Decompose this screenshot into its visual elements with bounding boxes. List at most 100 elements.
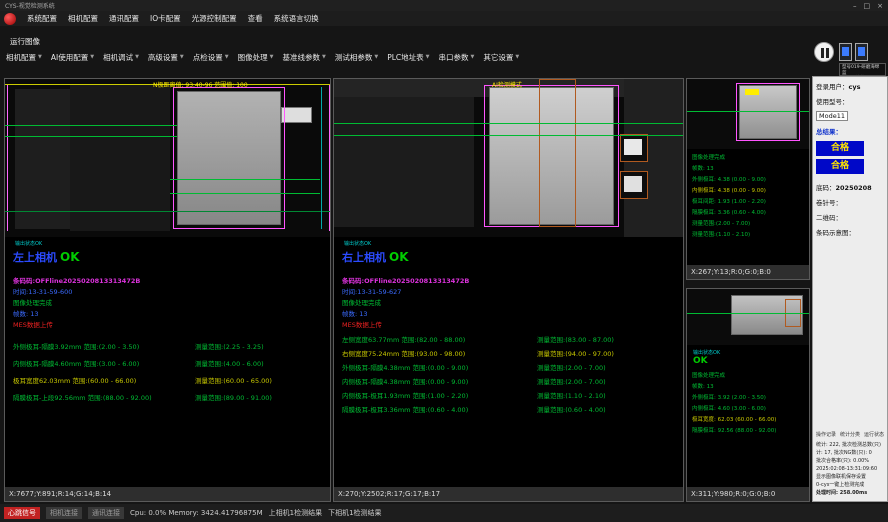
small-views-column: 图像处理完成 帧数: 13 外侧极耳: 4.38 (0.00 - 9.00) 内…: [686, 78, 810, 502]
tool-ai-usage-config[interactable]: AI使用配置▼: [51, 52, 94, 63]
small-view-line: 隔膜极耳: 3.36 (0.60 - 4.00): [692, 208, 807, 219]
menu-item-comm-config[interactable]: 通讯配置: [109, 13, 139, 24]
statusbar: 心跳信号 相机连接 通讯连接 Cpu: 0.0% Memory: 3424.41…: [0, 504, 888, 522]
tool-other-settings[interactable]: 其它设置▼: [483, 52, 519, 63]
total-result-label: 总结果：: [816, 126, 884, 136]
process-done-text: 图像处理完成: [13, 297, 52, 307]
window-controls: – □ ×: [853, 2, 883, 10]
overlay-green-line: [170, 179, 320, 180]
overlay-cyan-line: [321, 87, 322, 229]
comm-connection-indicator: 通讯连接: [88, 507, 124, 519]
chevron-down-icon: ▼: [180, 54, 184, 60]
chevron-down-icon: ▼: [322, 54, 326, 60]
top-right-controls: 型号019-研磨海绵蓝 收缩海绵蓝: [812, 40, 888, 76]
camera-status: OK: [60, 250, 80, 264]
window-title: CYS-视觉检测系统: [5, 1, 55, 10]
measurement-range: 测量范围:(83.00 - 87.00): [537, 334, 614, 344]
machine-structure: [334, 97, 474, 227]
overlay-edge-line: [7, 85, 8, 231]
menu-item-io-card-config[interactable]: IO卡配置: [150, 13, 181, 24]
overlay-green-line: [5, 125, 177, 126]
camera-connection-indicator: 相机连接: [46, 507, 82, 519]
menu-item-light-control-config[interactable]: 光源控制配置: [192, 13, 237, 24]
tool-serial-params[interactable]: 串口参数▼: [439, 52, 475, 63]
batch-code-label: 底码：: [816, 184, 836, 192]
small-view-line: 图像处理完成: [692, 371, 807, 382]
camera-settings-button[interactable]: [839, 43, 852, 61]
stats-block: 操作记录 统计分类 运行状态 统计: 222, 批次检测总数(只) 计: 17,…: [816, 431, 884, 497]
small-view-line: 图像处理完成: [692, 153, 807, 164]
tool-image-processing[interactable]: 图像处理▼: [238, 52, 274, 63]
stats-tab-status[interactable]: 运行状态: [864, 431, 884, 439]
light-control-button[interactable]: [855, 43, 868, 61]
login-user-label: 登录用户：: [816, 83, 849, 91]
menu-item-language-switch[interactable]: 系统语言切换: [274, 13, 319, 24]
measurement-range: 测量范围:(4.00 - 6.00): [195, 358, 264, 368]
lower-camera-result-link[interactable]: 下相机1检测结果: [328, 508, 381, 518]
small-camera-image[interactable]: [687, 289, 809, 345]
small-camera-image[interactable]: [687, 79, 809, 149]
menu-item-view[interactable]: 查看: [248, 13, 263, 24]
time-text: 时间:13-31-59-627: [342, 286, 401, 296]
menu-item-camera-config[interactable]: 相机配置: [68, 13, 98, 24]
overlay-green-line: [170, 193, 320, 194]
tool-camera-config[interactable]: 相机配置▼: [6, 52, 42, 63]
menu-item-system-config[interactable]: 系统配置: [27, 13, 57, 24]
measurement-value: 右侧宽度75.24mm 范围:(93.00 - 98.00): [342, 350, 465, 358]
recipe-info-box: 型号019-研磨海绵蓝 收缩海绵蓝: [839, 63, 886, 76]
tool-camera-debug[interactable]: 相机调试▼: [103, 52, 139, 63]
tool-label: 基准线参数: [283, 52, 321, 63]
needle-number-label: 卷针号：: [816, 199, 842, 207]
output-status-text: 输出状态OK: [344, 240, 371, 247]
small-view-text: 图像处理完成 帧数: 13 外侧极耳: 3.92 (2.00 - 3.50) 内…: [692, 371, 807, 437]
pause-icon: [821, 48, 824, 58]
tool-label: 串口参数: [439, 52, 469, 63]
small-view-text: 图像处理完成 帧数: 13 外侧极耳: 4.38 (0.00 - 9.00) 内…: [692, 153, 807, 241]
measurement-value: 内侧极耳-隔膜4.60mm 范围:(3.00 - 6.00): [13, 360, 139, 368]
left-camera-image[interactable]: N极距离值: 93.40-96 范围值: 100: [5, 79, 330, 237]
measurement-row: 外侧极耳-隔膜3.92mm 范围:(2.00 - 3.50)测量范围:(2.25…: [13, 341, 328, 351]
tool-baseline-params[interactable]: 基准线参数▼: [283, 52, 326, 63]
pixel-coordinates-bar: X:267;Y:13;R:0;G:0;B:0: [687, 265, 809, 279]
tool-label: AI使用配置: [51, 52, 88, 63]
overlay-label: AI检测模式: [492, 80, 522, 89]
upper-camera-result-link[interactable]: 上相机1检测结果: [269, 508, 322, 518]
tool-test-params[interactable]: 测试相参数▼: [335, 52, 378, 63]
stats-tab-classification[interactable]: 统计分类: [840, 431, 860, 439]
pause-button[interactable]: [814, 42, 834, 62]
pixel-coordinates-bar: X:7677;Y:891;R:14;G:14;B:14: [5, 487, 330, 501]
tool-advanced-settings[interactable]: 高级设置▼: [148, 52, 184, 63]
tool-label: 高级设置: [148, 52, 178, 63]
small-view-line: 测量范围:(2.00 - 7.00): [692, 219, 807, 230]
camera-icon: [842, 47, 849, 56]
chevron-down-icon: ▼: [471, 54, 475, 60]
frame-count-text: 帧数: 13: [13, 308, 39, 318]
measurement-value: 隔膜极耳-上段92.56mm 范围:(88.00 - 92.00): [13, 394, 152, 402]
alert-text: MES数据上传: [13, 319, 53, 329]
tool-label: 点检设置: [193, 52, 223, 63]
light-icon: [858, 47, 865, 56]
right-info-panel: 登录用户：cys 使用型号： Mode11 总结果： 合格 合格 底码：2025…: [812, 76, 888, 502]
close-button[interactable]: ×: [877, 2, 883, 10]
model-value-field[interactable]: Mode11: [816, 111, 848, 121]
tool-plc-address-table[interactable]: PLC地址表▼: [387, 52, 429, 63]
measurement-row: 内侧极耳-隔膜4.38mm 范围:(0.00 - 9.00)测量范围:(2.00…: [342, 376, 681, 386]
chevron-down-icon: ▼: [225, 54, 229, 60]
output-status-text: 输出状态OK: [693, 349, 720, 356]
maximize-button[interactable]: □: [864, 2, 871, 10]
chevron-down-icon: ▼: [38, 54, 42, 60]
right-camera-image[interactable]: AI检测模式: [334, 79, 683, 237]
small-view-line: 极耳间距: 1.93 (1.00 - 2.20): [692, 197, 807, 208]
tab-run-image[interactable]: 运行图像: [10, 36, 40, 47]
camera-status: OK: [693, 356, 708, 366]
stats-tab-operations[interactable]: 操作记录: [816, 431, 836, 439]
process-time-text: 处理时间: 258.00ms: [816, 489, 884, 497]
tool-spot-check-settings[interactable]: 点检设置▼: [193, 52, 229, 63]
login-user-value: cys: [849, 83, 861, 91]
chevron-down-icon: ▼: [135, 54, 139, 60]
minimize-button[interactable]: –: [853, 2, 857, 10]
camera-name: 右上相机: [342, 251, 386, 264]
machine-structure: [70, 85, 170, 231]
app-logo-icon: [4, 13, 16, 25]
left-camera-panel: N极距离值: 93.40-96 范围值: 100 输出状态OK 左上相机OK 条…: [4, 78, 331, 502]
